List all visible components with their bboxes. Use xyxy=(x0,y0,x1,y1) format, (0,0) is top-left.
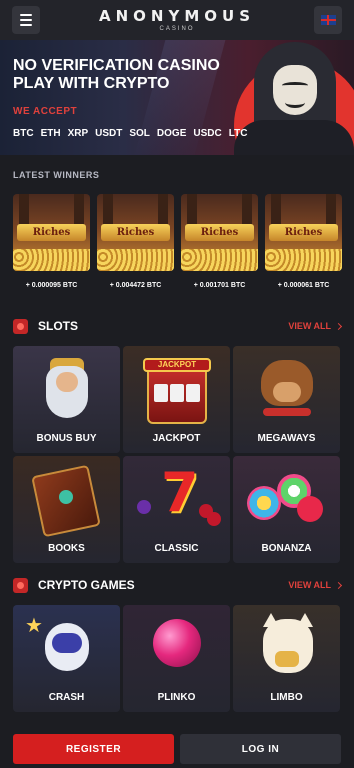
slot-tile-bonanza[interactable]: BONANZA xyxy=(233,456,340,563)
uk-flag-icon xyxy=(320,15,336,25)
riches-game-thumbnail: Riches xyxy=(181,194,258,271)
astronaut-image: ★ xyxy=(13,605,120,685)
crypto-tile-plinko[interactable]: PLINKO xyxy=(123,605,230,712)
slot-tile-classic[interactable]: 7 CLASSIC xyxy=(123,456,230,563)
chevron-right-icon xyxy=(334,322,343,330)
slot-tile-jackpot[interactable]: JACKPOT JACKPOT xyxy=(123,346,230,453)
login-button[interactable]: LOG IN xyxy=(180,734,341,764)
slot-machine-image: JACKPOT xyxy=(123,346,230,426)
winner-amount: + 0.004472 BTC xyxy=(109,282,162,289)
tile-label: LIMBO xyxy=(270,692,303,703)
view-all-label: VIEW ALL xyxy=(288,321,331,331)
tile-label: JACKPOT xyxy=(152,433,201,444)
jackpot-sign: JACKPOT xyxy=(143,358,211,372)
winner-amount: + 0.000095 BTC xyxy=(25,282,78,289)
plinko-ball-image xyxy=(123,605,230,685)
tile-label: BONANZA xyxy=(261,543,312,554)
tile-label: BONUS BUY xyxy=(36,433,97,444)
lucky-seven-image: 7 xyxy=(123,456,230,536)
riches-logo: Riches xyxy=(101,224,170,241)
hero-banner[interactable]: NO VERIFICATION CASINO PLAY WITH CRYPTO … xyxy=(0,40,354,155)
zeus-image xyxy=(13,346,120,426)
we-accept-label: WE ACCEPT xyxy=(13,106,78,117)
winner-card[interactable]: Riches + 0.000061 BTC xyxy=(265,194,342,289)
tile-label: BOOKS xyxy=(48,543,85,554)
tile-label: MEGAWAYS xyxy=(257,433,316,444)
coin-ltc: LTC xyxy=(228,128,248,139)
book-image xyxy=(13,456,120,538)
crypto-games-icon xyxy=(13,577,28,593)
winner-card[interactable]: Riches + 0.000095 BTC xyxy=(13,194,90,289)
coin-xrp: XRP xyxy=(67,128,89,139)
bottom-action-bar: REGISTER LOG IN xyxy=(0,722,354,768)
accepted-coins-list: BTC ETH XRP USDT SOL DOGE USDC LTC xyxy=(13,128,247,139)
crypto-games-grid: ★ CRASH PLINKO LIMBO xyxy=(13,605,340,712)
crypto-games-view-all-link[interactable]: VIEW ALL xyxy=(288,580,343,590)
riches-game-thumbnail: Riches xyxy=(97,194,174,271)
winner-amount: + 0.000061 BTC xyxy=(277,282,330,289)
logo-subtitle: CASINO xyxy=(159,25,195,32)
logo-wordmark: ANONYMOUS xyxy=(99,6,255,25)
coin-usdc: USDC xyxy=(193,128,222,139)
riches-logo: Riches xyxy=(269,224,338,241)
page: ANONYMOUS CASINO NO VERIFICATION CASINO … xyxy=(0,0,354,768)
language-selector[interactable] xyxy=(314,6,342,34)
tile-label: CLASSIC xyxy=(154,543,199,554)
riches-logo: Riches xyxy=(17,224,86,241)
top-header: ANONYMOUS CASINO xyxy=(0,0,354,40)
lucky-cat-image xyxy=(233,605,340,685)
guy-fawkes-mask-image xyxy=(273,65,317,115)
latest-winners-list: Riches + 0.000095 BTC Riches + 0.004472 … xyxy=(13,194,342,289)
tile-label: CRASH xyxy=(48,692,85,703)
slot-tile-megaways[interactable]: MEGAWAYS xyxy=(233,346,340,453)
tile-label: PLINKO xyxy=(157,692,196,703)
register-button[interactable]: REGISTER xyxy=(13,734,174,764)
coin-usdt: USDT xyxy=(95,128,123,139)
winner-amount: + 0.001701 BTC xyxy=(193,282,246,289)
winner-card[interactable]: Riches + 0.001701 BTC xyxy=(181,194,258,289)
coin-eth: ETH xyxy=(40,128,61,139)
slots-section-header: SLOTS VIEW ALL xyxy=(13,317,343,335)
coin-sol: SOL xyxy=(129,128,150,139)
hamburger-menu-icon[interactable] xyxy=(12,6,40,34)
slots-title: SLOTS xyxy=(38,319,79,333)
hero-title: NO VERIFICATION CASINO PLAY WITH CRYPTO xyxy=(13,57,220,92)
slot-tile-books[interactable]: BOOKS xyxy=(13,456,120,563)
slots-view-all-link[interactable]: VIEW ALL xyxy=(288,321,343,331)
slots-icon xyxy=(13,318,28,334)
coin-doge: DOGE xyxy=(156,128,187,139)
crossed-arms-image xyxy=(234,120,354,155)
view-all-label: VIEW ALL xyxy=(288,580,331,590)
crypto-games-title: CRYPTO GAMES xyxy=(38,578,135,592)
latest-winners-title: LATEST WINNERS xyxy=(13,170,100,180)
riches-logo: Riches xyxy=(185,224,254,241)
candy-image xyxy=(233,456,340,536)
crypto-tile-limbo[interactable]: LIMBO xyxy=(233,605,340,712)
coin-btc: BTC xyxy=(13,128,34,139)
riches-game-thumbnail: Riches xyxy=(265,194,342,271)
riches-game-thumbnail: Riches xyxy=(13,194,90,271)
chevron-right-icon xyxy=(334,581,343,589)
slots-grid: BONUS BUY JACKPOT JACKPOT MEGAWAYS BOOKS xyxy=(13,346,340,563)
dog-image xyxy=(233,346,340,426)
site-logo[interactable]: ANONYMOUS CASINO xyxy=(99,6,255,32)
crypto-tile-crash[interactable]: ★ CRASH xyxy=(13,605,120,712)
crypto-games-section-header: CRYPTO GAMES VIEW ALL xyxy=(13,576,343,594)
slot-tile-bonus-buy[interactable]: BONUS BUY xyxy=(13,346,120,453)
winner-card[interactable]: Riches + 0.004472 BTC xyxy=(97,194,174,289)
